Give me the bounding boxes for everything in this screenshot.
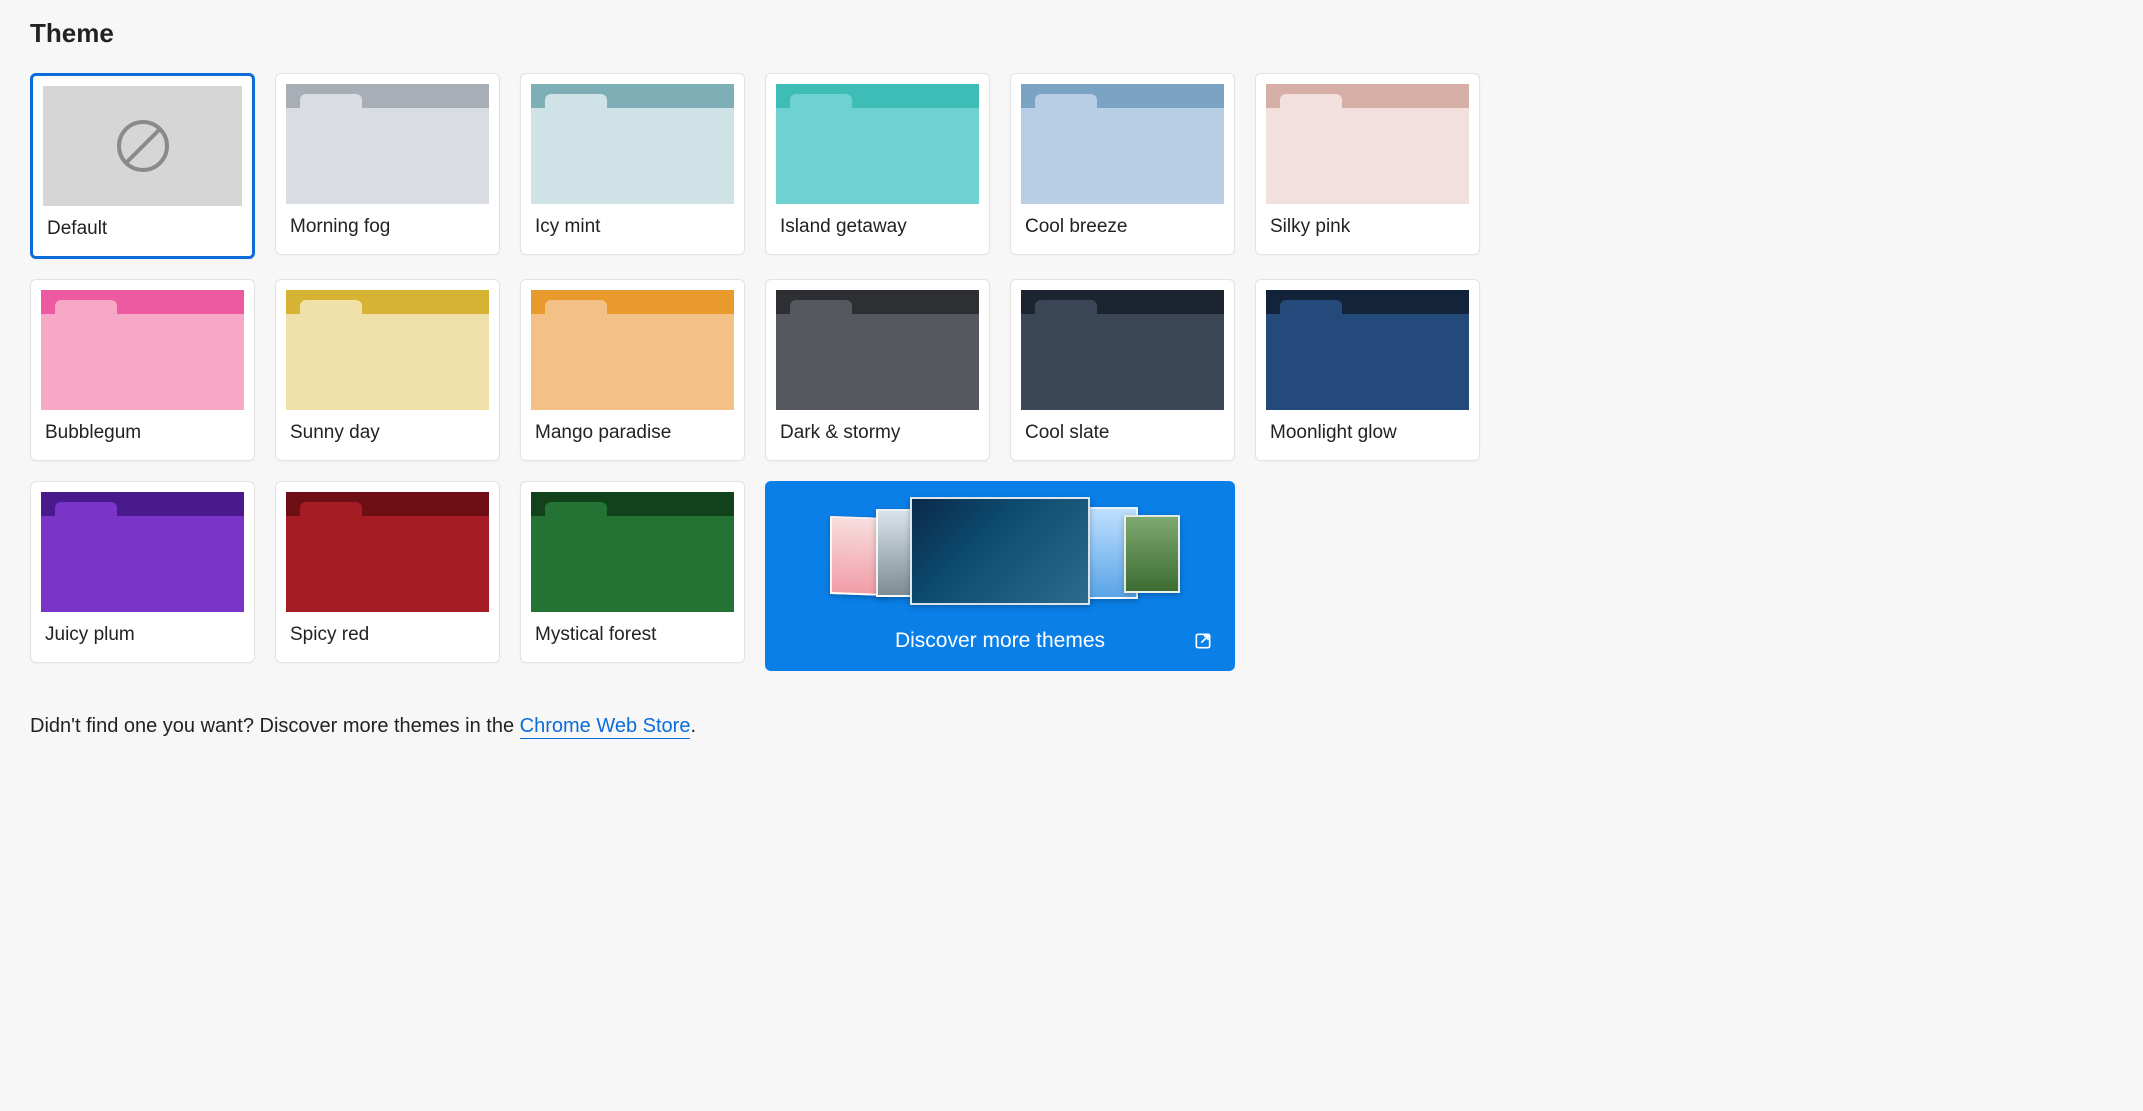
theme-card-mystical-forest[interactable]: Mystical forest — [520, 481, 745, 663]
theme-card-island-getaway[interactable]: Island getaway — [765, 73, 990, 255]
theme-label: Mystical forest — [521, 612, 744, 662]
theme-card-cool-breeze[interactable]: Cool breeze — [1010, 73, 1235, 255]
theme-card-mango-paradise[interactable]: Mango paradise — [520, 279, 745, 461]
theme-label: Moonlight glow — [1256, 410, 1479, 460]
footer-suffix: . — [690, 715, 696, 737]
theme-label: Juicy plum — [31, 612, 254, 662]
theme-preview-spicy-red — [286, 492, 489, 612]
theme-card-icy-mint[interactable]: Icy mint — [520, 73, 745, 255]
theme-card-spicy-red[interactable]: Spicy red — [275, 481, 500, 663]
theme-label: Dark & stormy — [766, 410, 989, 460]
theme-card-cool-slate[interactable]: Cool slate — [1010, 279, 1235, 461]
theme-label: Silky pink — [1256, 204, 1479, 254]
theme-card-moonlight-glow[interactable]: Moonlight glow — [1255, 279, 1480, 461]
theme-label: Sunny day — [276, 410, 499, 460]
no-symbol-icon — [113, 116, 173, 176]
theme-label: Mango paradise — [521, 410, 744, 460]
theme-card-sunny-day[interactable]: Sunny day — [275, 279, 500, 461]
theme-preview-dark-stormy — [776, 290, 979, 410]
theme-label: Morning fog — [276, 204, 499, 254]
chrome-web-store-link[interactable]: Chrome Web Store — [520, 715, 691, 739]
section-title: Theme — [30, 18, 2113, 49]
external-link-icon — [1193, 631, 1213, 651]
theme-card-juicy-plum[interactable]: Juicy plum — [30, 481, 255, 663]
theme-preview-cool-slate — [1021, 290, 1224, 410]
theme-card-bubblegum[interactable]: Bubblegum — [30, 279, 255, 461]
theme-preview-default — [43, 86, 242, 206]
theme-card-silky-pink[interactable]: Silky pink — [1255, 73, 1480, 255]
theme-preview-silky-pink — [1266, 84, 1469, 204]
theme-label: Cool slate — [1011, 410, 1234, 460]
theme-label: Default — [33, 206, 252, 256]
theme-label: Island getaway — [766, 204, 989, 254]
theme-label: Bubblegum — [31, 410, 254, 460]
theme-preview-mystical-forest — [531, 492, 734, 612]
discover-preview-fan — [765, 481, 1235, 629]
theme-label: Cool breeze — [1011, 204, 1234, 254]
theme-card-dark-stormy[interactable]: Dark & stormy — [765, 279, 990, 461]
footer-prefix: Didn't find one you want? Discover more … — [30, 715, 520, 737]
theme-preview-island-getaway — [776, 84, 979, 204]
theme-card-default[interactable]: Default — [30, 73, 255, 259]
theme-card-morning-fog[interactable]: Morning fog — [275, 73, 500, 255]
theme-label: Spicy red — [276, 612, 499, 662]
theme-preview-juicy-plum — [41, 492, 244, 612]
theme-preview-sunny-day — [286, 290, 489, 410]
theme-preview-icy-mint — [531, 84, 734, 204]
discover-label: Discover more themes — [895, 629, 1105, 653]
theme-label: Icy mint — [521, 204, 744, 254]
theme-preview-morning-fog — [286, 84, 489, 204]
theme-preview-cool-breeze — [1021, 84, 1224, 204]
discover-more-themes-card[interactable]: Discover more themes — [765, 481, 1235, 671]
theme-preview-bubblegum — [41, 290, 244, 410]
theme-preview-mango-paradise — [531, 290, 734, 410]
footer-text: Didn't find one you want? Discover more … — [30, 715, 2113, 738]
theme-grid: Default Morning fog Icy mint Island getaway… — [30, 73, 2113, 671]
theme-preview-moonlight-glow — [1266, 290, 1469, 410]
